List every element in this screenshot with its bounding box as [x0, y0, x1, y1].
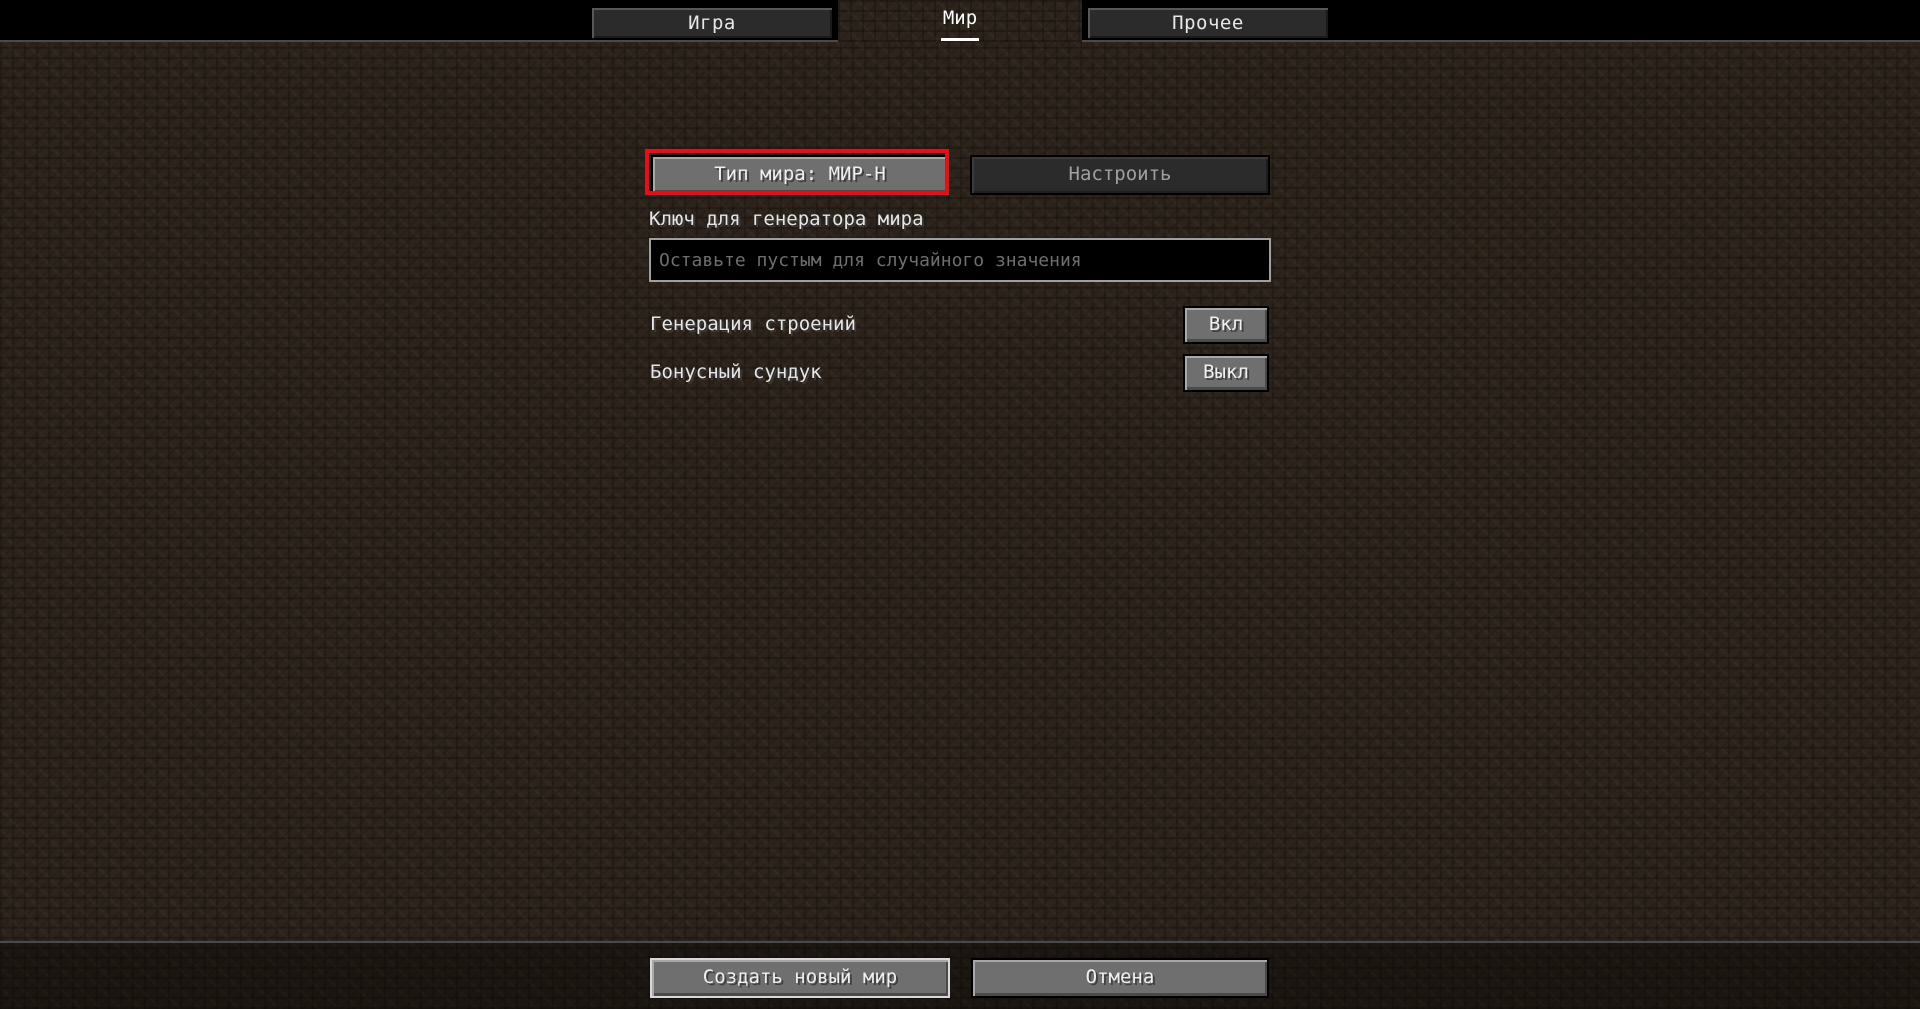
bonus-chest-toggle-button[interactable]: Выкл — [1183, 354, 1269, 392]
tab-world[interactable]: Мир — [838, 0, 1082, 42]
bonus-chest-label: Бонусный сундук — [650, 361, 822, 383]
tab-game[interactable]: Игра — [590, 6, 834, 40]
seed-input[interactable] — [649, 238, 1271, 282]
active-tab-underline — [941, 38, 979, 41]
structures-toggle-button[interactable]: Вкл — [1183, 306, 1269, 344]
seed-label: Ключ для генератора мира — [649, 208, 924, 230]
cancel-button[interactable]: Отмена — [971, 958, 1269, 998]
footer-bar — [0, 941, 1920, 1009]
customize-button[interactable]: Настроить — [970, 155, 1270, 195]
highlight-box — [645, 149, 949, 195]
structures-label: Генерация строений — [650, 313, 856, 335]
create-world-button[interactable]: Создать новый мир — [650, 958, 950, 998]
tab-other[interactable]: Прочее — [1086, 6, 1330, 40]
